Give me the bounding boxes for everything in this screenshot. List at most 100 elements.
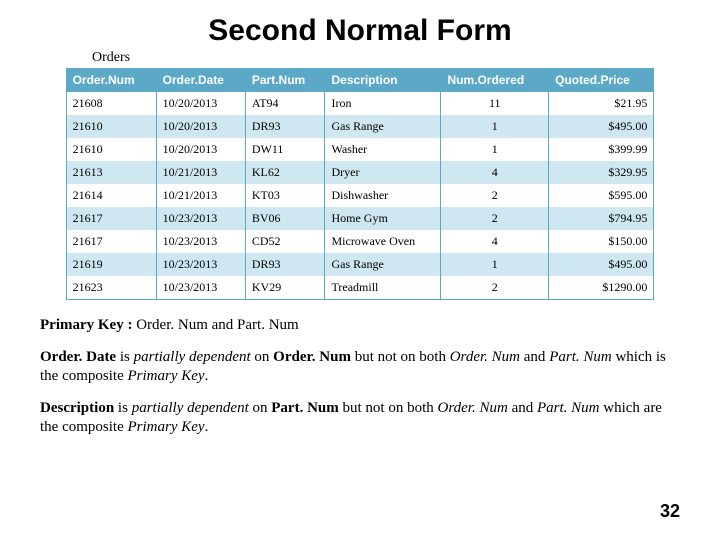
cell-num-ordered: 1 — [441, 138, 549, 161]
text: is — [118, 400, 132, 416]
text: Part. Num — [549, 349, 615, 365]
cell-quoted-price: $329.95 — [549, 161, 654, 184]
table-row: 2161010/20/2013DW11Washer1$399.99 — [66, 138, 654, 161]
cell-num-ordered: 1 — [441, 253, 549, 276]
text: Order. Date — [40, 349, 120, 365]
text: . — [205, 368, 209, 384]
cell-order-date: 10/20/2013 — [156, 138, 245, 161]
cell-order-num: 21614 — [66, 184, 156, 207]
table-row: 2161010/20/2013DR93Gas Range1$495.00 — [66, 115, 654, 138]
cell-num-ordered: 4 — [441, 161, 549, 184]
cell-order-date: 10/20/2013 — [156, 92, 245, 116]
description-note: Description is partially dependent on Pa… — [40, 399, 680, 438]
text: Primary Key : — [40, 317, 132, 333]
cell-description: Gas Range — [325, 115, 441, 138]
table-row: 2161710/23/2013CD52Microwave Oven4$150.0… — [66, 230, 654, 253]
text: . — [205, 419, 209, 435]
table-row: 2161410/21/2013KT03Dishwasher2$595.00 — [66, 184, 654, 207]
cell-order-num: 21623 — [66, 276, 156, 300]
cell-order-date: 10/23/2013 — [156, 276, 245, 300]
cell-quoted-price: $21.95 — [549, 92, 654, 116]
col-header: Description — [325, 69, 441, 92]
cell-quoted-price: $595.00 — [549, 184, 654, 207]
text: but not on both — [343, 400, 438, 416]
page-number: 32 — [660, 501, 680, 522]
order-date-note: Order. Date is partially dependent on Or… — [40, 348, 680, 387]
cell-order-date: 10/21/2013 — [156, 184, 245, 207]
cell-order-num: 21619 — [66, 253, 156, 276]
col-header: Num.Ordered — [441, 69, 549, 92]
cell-num-ordered: 2 — [441, 207, 549, 230]
text: Order. Num — [438, 400, 512, 416]
text: but not on both — [355, 349, 450, 365]
col-header: Quoted.Price — [549, 69, 654, 92]
cell-quoted-price: $794.95 — [549, 207, 654, 230]
cell-description: Washer — [325, 138, 441, 161]
orders-table: Order.Num Order.Date Part.Num Descriptio… — [66, 68, 655, 300]
table-row: 2160810/20/2013AT94Iron11$21.95 — [66, 92, 654, 116]
cell-description: Iron — [325, 92, 441, 116]
cell-description: Dryer — [325, 161, 441, 184]
text: is — [120, 349, 134, 365]
cell-description: Treadmill — [325, 276, 441, 300]
cell-part-num: CD52 — [245, 230, 325, 253]
cell-num-ordered: 11 — [441, 92, 549, 116]
cell-order-num: 21617 — [66, 230, 156, 253]
cell-num-ordered: 1 — [441, 115, 549, 138]
cell-order-num: 21608 — [66, 92, 156, 116]
text: Description — [40, 400, 118, 416]
cell-order-date: 10/21/2013 — [156, 161, 245, 184]
cell-quoted-price: $399.99 — [549, 138, 654, 161]
cell-order-num: 21613 — [66, 161, 156, 184]
cell-part-num: BV06 — [245, 207, 325, 230]
cell-order-date: 10/23/2013 — [156, 207, 245, 230]
cell-description: Microwave Oven — [325, 230, 441, 253]
cell-description: Dishwasher — [325, 184, 441, 207]
text: on — [253, 400, 272, 416]
text: Order. Num and Part. Num — [132, 317, 298, 333]
cell-part-num: KL62 — [245, 161, 325, 184]
cell-order-date: 10/20/2013 — [156, 115, 245, 138]
table-row: 2161710/23/2013BV06Home Gym2$794.95 — [66, 207, 654, 230]
text: and — [524, 349, 549, 365]
cell-order-num: 21610 — [66, 115, 156, 138]
cell-order-date: 10/23/2013 — [156, 230, 245, 253]
cell-quoted-price: $495.00 — [549, 115, 654, 138]
table-row: 2161310/21/2013KL62Dryer4$329.95 — [66, 161, 654, 184]
table-row: 2162310/23/2013KV29Treadmill2$1290.00 — [66, 276, 654, 300]
text: Primary Key — [127, 419, 204, 435]
cell-part-num: DW11 — [245, 138, 325, 161]
cell-part-num: DR93 — [245, 253, 325, 276]
cell-part-num: AT94 — [245, 92, 325, 116]
text: Order. Num — [450, 349, 524, 365]
cell-description: Home Gym — [325, 207, 441, 230]
text: and — [512, 400, 537, 416]
cell-num-ordered: 2 — [441, 276, 549, 300]
cell-quoted-price: $1290.00 — [549, 276, 654, 300]
cell-order-num: 21617 — [66, 207, 156, 230]
cell-num-ordered: 4 — [441, 230, 549, 253]
table-caption: Orders — [92, 50, 680, 66]
col-header: Order.Num — [66, 69, 156, 92]
text: Part. Num — [537, 400, 603, 416]
slide-title: Second Normal Form — [40, 14, 680, 48]
text: partially dependent — [132, 400, 253, 416]
text: Primary Key — [127, 368, 204, 384]
text: partially dependent — [134, 349, 255, 365]
table-row: 2161910/23/2013DR93Gas Range1$495.00 — [66, 253, 654, 276]
cell-part-num: DR93 — [245, 115, 325, 138]
primary-key-note: Primary Key : Order. Num and Part. Num — [40, 316, 680, 336]
cell-order-num: 21610 — [66, 138, 156, 161]
cell-num-ordered: 2 — [441, 184, 549, 207]
cell-quoted-price: $495.00 — [549, 253, 654, 276]
col-header: Order.Date — [156, 69, 245, 92]
cell-quoted-price: $150.00 — [549, 230, 654, 253]
text: on — [254, 349, 273, 365]
cell-part-num: KT03 — [245, 184, 325, 207]
col-header: Part.Num — [245, 69, 325, 92]
text: Order. Num — [273, 349, 355, 365]
text: Part. Num — [271, 400, 342, 416]
cell-description: Gas Range — [325, 253, 441, 276]
cell-order-date: 10/23/2013 — [156, 253, 245, 276]
cell-part-num: KV29 — [245, 276, 325, 300]
